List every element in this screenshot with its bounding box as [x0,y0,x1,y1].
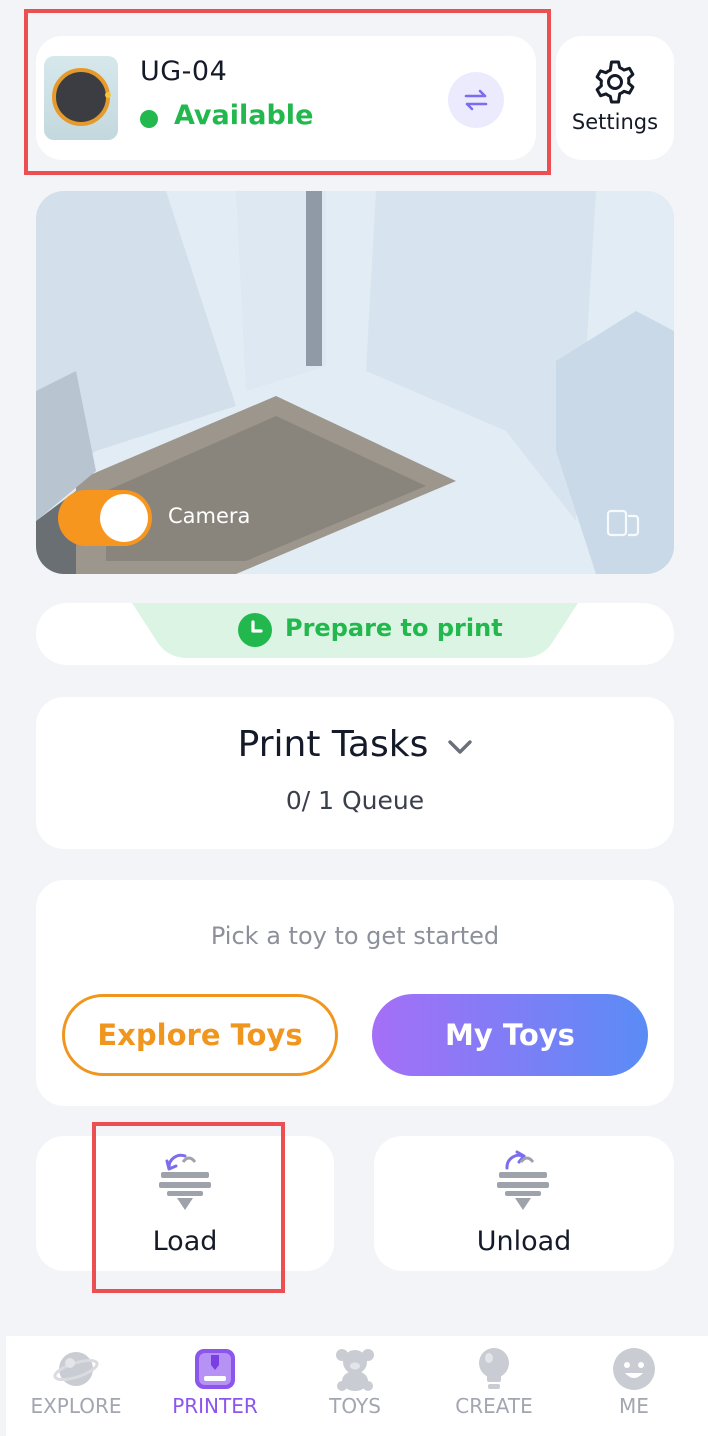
toy-picker-prompt: Pick a toy to get started [210,922,500,950]
camera-label: Camera [168,504,251,528]
queue-count: 0/ 1 Queue [285,786,425,815]
nav-label: CREATE [455,1394,533,1418]
smiley-face-icon [613,1348,655,1390]
nav-label: ME [619,1394,649,1418]
planet-icon [53,1352,99,1386]
teddy-bear-icon [336,1349,374,1391]
unload-filament-icon [497,1150,549,1210]
lightbulb-icon [479,1348,509,1389]
nav-label: TOYS [329,1394,381,1418]
my-toys-button[interactable]: My Toys [372,994,648,1076]
print-tasks-card[interactable] [36,697,674,849]
nav-label: EXPLORE [30,1394,122,1418]
camera-toggle[interactable] [58,490,152,546]
explore-toys-button[interactable]: Explore Toys [62,994,338,1076]
nav-label: PRINTER [172,1394,258,1418]
chevron-down-icon[interactable] [445,736,475,758]
print-tasks-title: Print Tasks [36,724,674,765]
print-status-text: Prepare to print [285,614,503,642]
settings-label: Settings [571,110,659,134]
gear-icon [595,60,635,104]
rotate-screen-icon[interactable] [606,508,640,538]
clock-icon [238,613,272,647]
highlight-box [92,1122,285,1293]
highlight-box [24,9,551,175]
printer-icon [195,1349,235,1389]
print-tasks-label: Print Tasks [237,724,429,765]
unload-label: Unload [476,1226,572,1257]
